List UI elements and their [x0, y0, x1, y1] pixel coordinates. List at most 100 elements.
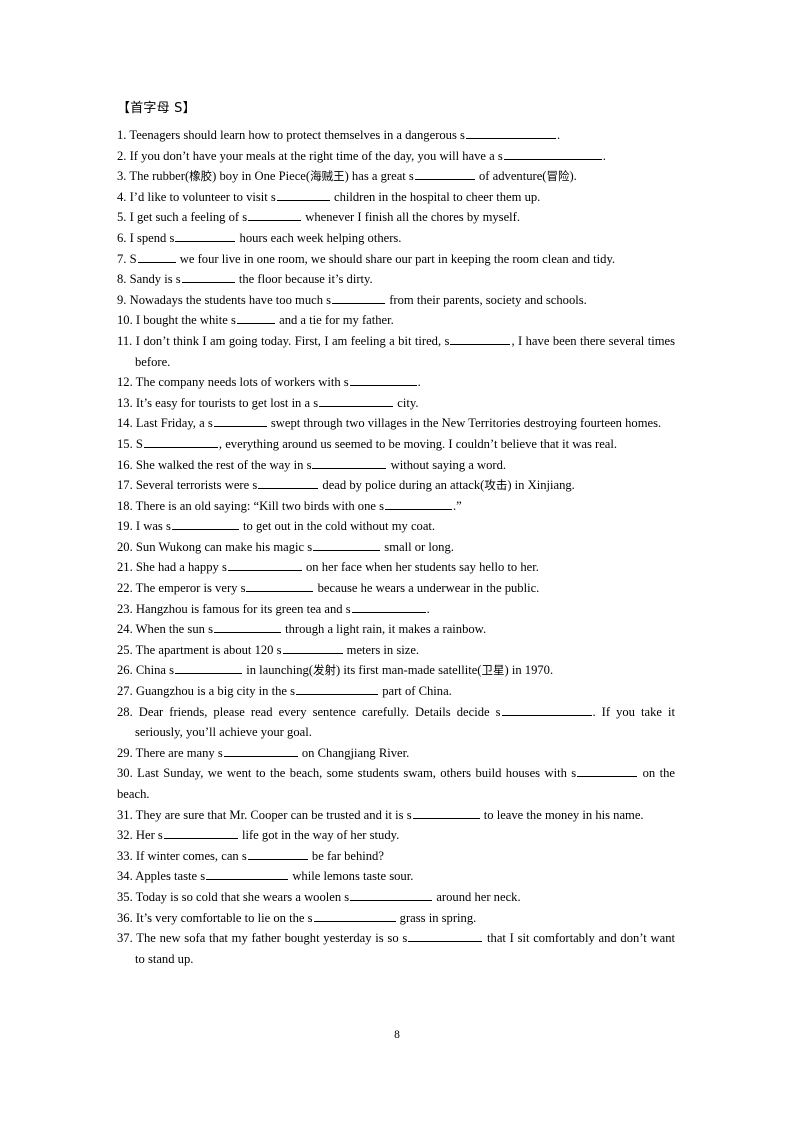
answer-blank[interactable]: [319, 395, 394, 407]
answer-blank[interactable]: [143, 436, 218, 448]
answer-blank[interactable]: [276, 189, 330, 201]
exercise-item: 15. S , everything around us seemed to be…: [117, 434, 675, 455]
answer-blank[interactable]: [175, 662, 243, 675]
answer-blank[interactable]: [465, 127, 556, 139]
answer-blank[interactable]: [171, 518, 239, 531]
item-text-before-blank: It’s very comfortable to lie on the s: [135, 910, 313, 925]
item-text-after-blank: because he wears a underwear in the publ…: [314, 581, 540, 596]
answer-blank[interactable]: [412, 807, 480, 819]
item-number: 3.: [117, 169, 127, 184]
answer-blank[interactable]: [296, 683, 379, 696]
item-number: 7.: [117, 251, 127, 266]
page-number: 8: [394, 1029, 400, 1041]
exercise-item: 10. I bought the white s and a tie for m…: [117, 310, 675, 331]
item-number: 30.: [117, 766, 133, 781]
answer-blank[interactable]: [248, 209, 302, 222]
item-number: 14.: [117, 416, 133, 431]
cjk-gloss: 橡胶: [189, 169, 213, 184]
item-text-after-blank: life got in the way of her study.: [238, 828, 400, 843]
item-text-after-blank: small or long.: [381, 539, 454, 554]
exercise-item: 26. China s in launching(发射) its first m…: [117, 660, 675, 681]
item-number: 31.: [117, 807, 133, 822]
answer-blank[interactable]: [282, 642, 343, 654]
item-number: 15.: [117, 436, 133, 451]
item-text-after-blank: of adventure(冒险).: [475, 169, 577, 184]
answer-blank[interactable]: [247, 848, 308, 860]
item-number: 1.: [117, 128, 127, 142]
answer-blank[interactable]: [503, 148, 602, 160]
item-number: 16.: [117, 457, 133, 472]
answer-blank[interactable]: [408, 930, 483, 943]
answer-blank[interactable]: [312, 456, 387, 469]
item-text-after-blank: in launching(发射) its first man-made sate…: [243, 663, 554, 678]
answer-blank[interactable]: [137, 250, 176, 263]
item-number: 32.: [117, 828, 133, 843]
answer-blank[interactable]: [501, 704, 592, 716]
item-text-before-blank: When the sun s: [135, 622, 213, 637]
answer-blank[interactable]: [414, 168, 475, 181]
item-text-after-blank: through a light rain, it makes a rainbow…: [281, 622, 487, 637]
exercise-item: 16. She walked the rest of the way in s …: [117, 455, 675, 476]
item-number: 27.: [117, 684, 133, 699]
item-number: 24.: [117, 622, 133, 637]
answer-blank[interactable]: [351, 601, 426, 613]
item-text-before-blank: There is an old saying: “Kill two birds …: [135, 498, 385, 513]
item-text-after-blank: and a tie for my father.: [275, 313, 394, 328]
answer-blank[interactable]: [313, 909, 396, 922]
item-number: 8.: [117, 272, 127, 287]
answer-blank[interactable]: [313, 539, 381, 551]
answer-blank[interactable]: [450, 333, 511, 345]
item-text-before-blank: Several terrorists were s: [135, 478, 258, 493]
item-text-before-blank: S: [135, 436, 143, 451]
item-number: 35.: [117, 889, 133, 904]
item-text-after-blank: dead by police during an attack(攻击) in X…: [319, 478, 575, 493]
answer-blank[interactable]: [349, 374, 417, 387]
cjk-gloss: 卫星: [481, 663, 505, 678]
answer-blank[interactable]: [223, 745, 298, 757]
answer-blank[interactable]: [227, 559, 302, 572]
answer-blank[interactable]: [258, 477, 319, 490]
item-number: 13.: [117, 395, 133, 410]
exercise-item: 6. I spend s hours each week helping oth…: [117, 228, 675, 249]
answer-blank[interactable]: [350, 889, 433, 901]
item-number: 17.: [117, 478, 133, 493]
answer-blank[interactable]: [181, 271, 235, 284]
item-text-before-blank: The apartment is about 120 s: [135, 642, 282, 657]
item-text-before-blank: They are sure that Mr. Cooper can be tru…: [135, 807, 412, 822]
item-text-before-blank: It’s easy for tourists to get lost in a …: [135, 395, 319, 410]
item-text-after-blank: swept through two villages in the New Te…: [267, 416, 662, 431]
item-text-before-blank: Dear friends, please read every sentence…: [138, 704, 501, 719]
item-text-after-blank: .: [417, 375, 421, 390]
item-text-after-blank: from their parents, society and schools.: [386, 292, 587, 307]
exercise-item: 35. Today is so cold that she wears a wo…: [117, 887, 675, 908]
item-text-before-blank: I spend s: [129, 230, 175, 245]
answer-blank[interactable]: [385, 498, 453, 510]
item-number: 5.: [117, 210, 127, 225]
item-number: 11.: [117, 333, 133, 348]
item-text-before-blank: The new sofa that my father bought yeste…: [136, 931, 408, 946]
item-number: 34.: [117, 869, 133, 884]
exercise-item: 18. There is an old saying: “Kill two bi…: [117, 496, 675, 517]
item-text-after-blank: whenever I finish all the chores by myse…: [302, 210, 521, 225]
item-text-before-blank: The company needs lots of workers with s: [135, 375, 349, 390]
answer-blank[interactable]: [332, 292, 386, 304]
answer-blank[interactable]: [206, 868, 289, 881]
item-text-before-blank: The rubber(橡胶) boy in One Piece(海贼王) has…: [129, 169, 414, 184]
answer-blank[interactable]: [213, 621, 281, 634]
answer-blank[interactable]: [246, 580, 314, 593]
item-text-after-blank: children in the hospital to cheer them u…: [330, 189, 541, 204]
item-number: 20.: [117, 539, 133, 554]
cjk-gloss: 发射: [313, 663, 336, 678]
answer-blank[interactable]: [213, 415, 267, 428]
answer-blank[interactable]: [577, 765, 638, 778]
item-text-before-blank: Teenagers should learn how to protect th…: [129, 128, 465, 142]
exercise-item: 2. If you don’t have your meals at the r…: [117, 146, 675, 167]
exercise-item: 29. There are many s on Changjiang River…: [117, 743, 675, 764]
answer-blank[interactable]: [236, 312, 275, 325]
answer-blank[interactable]: [163, 827, 238, 840]
item-text-before-blank: If winter comes, can s: [135, 848, 247, 863]
item-text-before-blank: There are many s: [135, 745, 223, 760]
item-number: 2.: [117, 148, 127, 163]
answer-blank[interactable]: [175, 230, 236, 242]
exercise-item: 25. The apartment is about 120 s meters …: [117, 640, 675, 661]
